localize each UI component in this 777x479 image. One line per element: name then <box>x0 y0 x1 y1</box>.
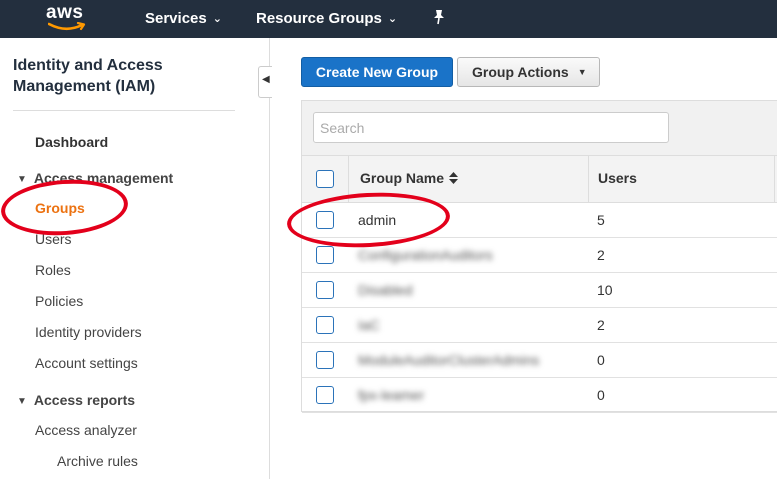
group-name[interactable]: fpx-leamer <box>358 387 424 403</box>
triangle-down-icon: ▼ <box>17 396 27 407</box>
caret-down-icon: ▼ <box>577 67 587 77</box>
row-checkbox[interactable] <box>316 316 334 334</box>
sidebar-item-archive-rules[interactable]: Archive rules <box>57 453 138 469</box>
group-name[interactable]: Disabled <box>358 282 412 298</box>
section-label: Access reports <box>33 392 136 408</box>
column-divider <box>588 156 589 203</box>
pin-icon[interactable] <box>432 9 446 27</box>
chevron-down-icon: ⌄ <box>387 13 398 25</box>
sidebar-item-account-settings[interactable]: Account settings <box>35 355 138 371</box>
sidebar-title: Identity and Access Management (IAM) <box>13 57 163 95</box>
group-users-count: 10 <box>597 282 613 298</box>
services-label: Services <box>145 10 207 27</box>
sidebar-item-access-analyzer[interactable]: Access analyzer <box>35 422 137 438</box>
table-row[interactable]: IaC 2 <box>302 308 777 343</box>
column-divider <box>774 156 775 203</box>
group-actions-label: Group Actions <box>472 64 569 80</box>
aws-logo[interactable]: aws <box>46 2 90 34</box>
sidebar-collapse-button[interactable]: ◀ <box>258 66 272 98</box>
table-row[interactable]: ConfigurationAuditors 2 <box>302 238 777 273</box>
column-header-group-name[interactable]: Group Name <box>360 170 459 186</box>
create-new-group-button[interactable]: Create New Group <box>301 57 453 87</box>
sidebar-item-policies[interactable]: Policies <box>35 293 83 309</box>
group-name[interactable]: IaC <box>358 317 380 333</box>
row-checkbox[interactable] <box>316 386 334 404</box>
select-all-checkbox[interactable] <box>316 170 334 188</box>
sidebar: Identity and Access Management (IAM) Das… <box>0 38 270 479</box>
group-users-count: 0 <box>597 352 605 368</box>
sort-icon <box>449 172 459 184</box>
group-users-count: 0 <box>597 387 605 403</box>
sidebar-item-groups[interactable]: Groups <box>35 200 85 216</box>
group-users-count: 2 <box>597 247 605 263</box>
chevron-down-icon: ⌄ <box>212 13 222 25</box>
group-name[interactable]: ConfigurationAuditors <box>358 247 493 263</box>
resource-groups-menu[interactable]: Resource Groups ⌄ <box>256 10 397 27</box>
services-menu[interactable]: Services ⌄ <box>145 10 222 27</box>
top-nav: aws Services ⌄ Resource Groups ⌄ <box>0 0 777 38</box>
sidebar-section-access-management[interactable]: ▼ Access management <box>17 170 173 186</box>
sidebar-item-identity-providers[interactable]: Identity providers <box>35 324 142 340</box>
sidebar-item-users[interactable]: Users <box>35 231 72 247</box>
group-users-count: 2 <box>597 317 605 333</box>
table-header: Group Name Users <box>302 156 777 203</box>
table-row[interactable]: fpx-leamer 0 <box>302 378 777 413</box>
groups-table: Group Name Users admin 5 ConfigurationAu… <box>301 100 777 413</box>
aws-logo-text: aws <box>46 2 84 23</box>
sidebar-item-roles[interactable]: Roles <box>35 262 71 278</box>
search-bar <box>302 100 777 156</box>
table-row[interactable]: admin 5 <box>302 203 777 238</box>
column-divider <box>348 156 349 203</box>
sidebar-item-dashboard[interactable]: Dashboard <box>35 134 108 150</box>
row-checkbox[interactable] <box>316 351 334 369</box>
row-checkbox[interactable] <box>316 211 334 229</box>
group-users-count: 5 <box>597 212 605 228</box>
search-input[interactable] <box>313 112 669 143</box>
resource-groups-label: Resource Groups <box>256 10 382 27</box>
column-header-users[interactable]: Users <box>598 170 637 186</box>
group-name[interactable]: admin <box>358 212 396 228</box>
row-checkbox[interactable] <box>316 281 334 299</box>
aws-smile-icon <box>48 22 86 31</box>
group-actions-dropdown[interactable]: Group Actions ▼ <box>457 57 600 87</box>
sidebar-section-access-reports[interactable]: ▼ Access reports <box>17 392 135 408</box>
collapse-arrow-icon: ◀ <box>262 74 270 85</box>
table-row[interactable]: Disabled 10 <box>302 273 777 308</box>
group-name[interactable]: ModuleAuditorClusterAdmins <box>358 352 539 368</box>
column-label: Group Name <box>360 170 445 186</box>
section-label: Access management <box>33 170 174 186</box>
row-checkbox[interactable] <box>316 246 334 264</box>
table-row[interactable]: ModuleAuditorClusterAdmins 0 <box>302 343 777 378</box>
sidebar-divider <box>13 110 235 111</box>
triangle-down-icon: ▼ <box>17 174 27 185</box>
